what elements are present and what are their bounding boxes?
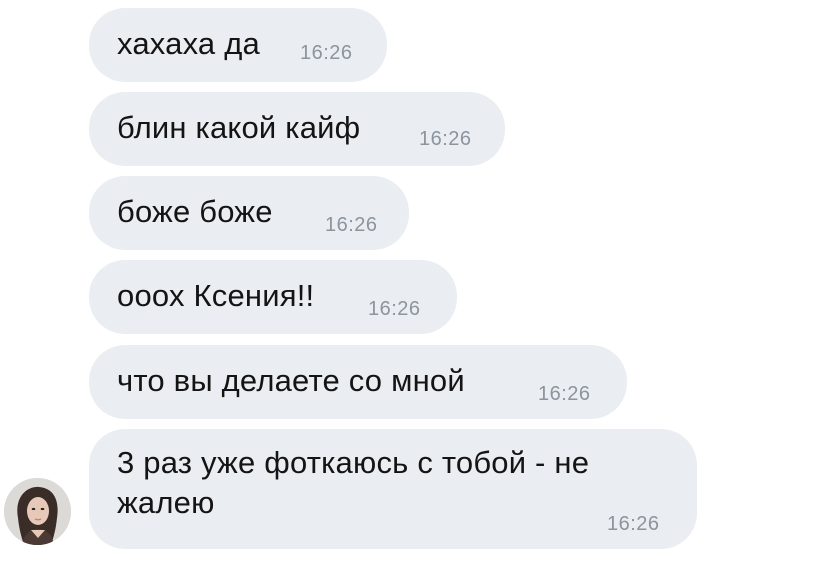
message-text: хахаха да xyxy=(117,26,260,61)
message-time: 16:26 xyxy=(368,298,421,320)
message-time: 16:26 xyxy=(538,383,591,405)
message-bubble[interactable]: блин какой кайф 16:26 xyxy=(89,92,505,166)
message-text: 3 раз уже фоткаюсь с тобой - не жалею xyxy=(117,445,590,520)
message-bubble[interactable]: 3 раз уже фоткаюсь с тобой - не жалею 16… xyxy=(89,429,697,549)
sender-avatar[interactable] xyxy=(4,478,71,545)
message-time: 16:26 xyxy=(607,513,660,535)
message-text: ооох Ксения!! xyxy=(117,278,315,313)
message-time: 16:26 xyxy=(300,42,353,64)
message-text: блин какой кайф xyxy=(117,110,361,145)
message-time: 16:26 xyxy=(325,214,378,236)
message-time: 16:26 xyxy=(419,128,472,150)
chat-thread: хахаха да 16:26 блин какой кайф 16:26 бо… xyxy=(0,0,828,566)
message-bubble[interactable]: хахаха да 16:26 xyxy=(89,8,387,82)
message-bubble[interactable]: боже боже 16:26 xyxy=(89,176,409,250)
message-text: боже боже xyxy=(117,194,273,229)
message-bubble[interactable]: что вы делаете со мной 16:26 xyxy=(89,345,627,419)
avatar-photo-icon xyxy=(4,478,71,545)
message-bubble[interactable]: ооох Ксения!! 16:26 xyxy=(89,260,457,334)
message-text: что вы делаете со мной xyxy=(117,363,465,398)
